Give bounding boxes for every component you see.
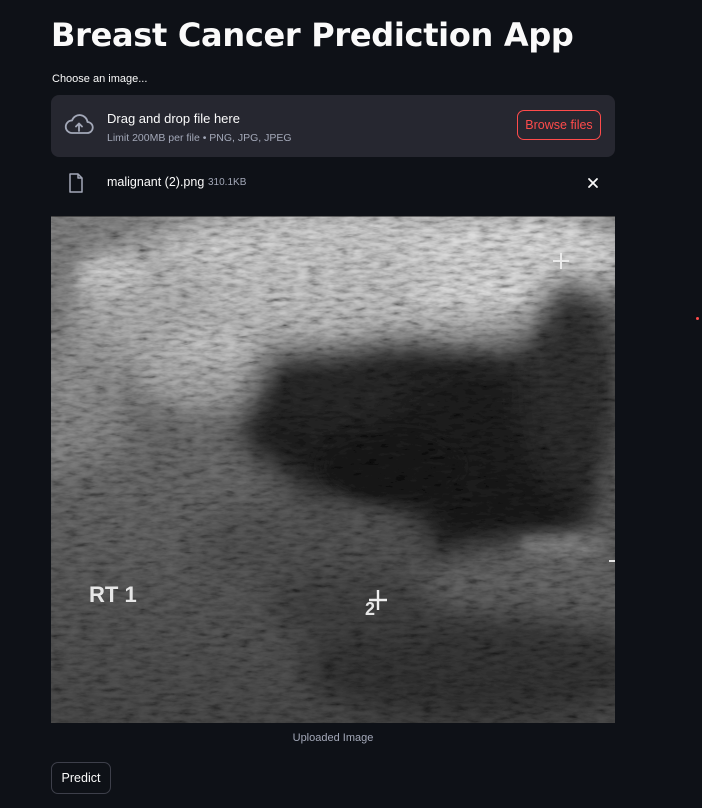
ultrasound-image-graphic bbox=[51, 216, 615, 723]
browse-files-button[interactable]: Browse files bbox=[517, 110, 601, 140]
dropzone-limit-text: Limit 200MB per file • PNG, JPG, JPEG bbox=[107, 132, 292, 144]
uploaded-file-size: 310.1KB bbox=[208, 177, 247, 188]
image-side-label: RT 1 bbox=[89, 582, 137, 607]
file-icon bbox=[69, 173, 83, 193]
caliper-number-label: 2 bbox=[365, 599, 376, 619]
status-dot bbox=[696, 317, 699, 320]
predict-button[interactable]: Predict bbox=[51, 762, 111, 794]
dropzone-title: Drag and drop file here bbox=[107, 111, 240, 126]
uploaded-file-row: malignant (2).png 310.1KB bbox=[51, 166, 615, 200]
uploaded-ultrasound-image: RT 1 2 bbox=[51, 216, 615, 723]
app-page: Breast Cancer Prediction App Choose an i… bbox=[0, 0, 702, 808]
close-icon[interactable] bbox=[585, 175, 601, 191]
uploader-label: Choose an image... bbox=[52, 73, 148, 85]
page-title: Breast Cancer Prediction App bbox=[51, 16, 574, 54]
file-dropzone[interactable]: Drag and drop file here Limit 200MB per … bbox=[51, 95, 615, 157]
uploaded-file-name: malignant (2).png bbox=[107, 175, 205, 189]
cloud-upload-icon bbox=[64, 114, 94, 134]
image-caption: Uploaded Image bbox=[292, 732, 374, 744]
